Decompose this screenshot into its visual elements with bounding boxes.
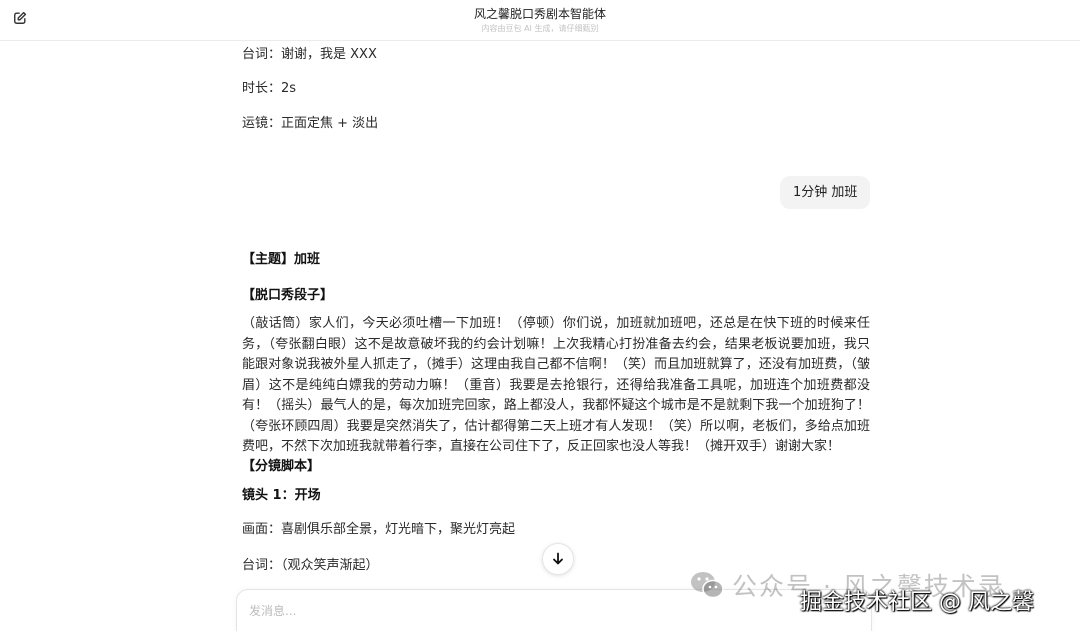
new-chat-button[interactable] [11, 9, 29, 27]
top-bar: 风之馨脱口秀剧本智能体 内容由豆包 AI 生成，请仔细甄别 [0, 0, 1080, 41]
app-title: 风之馨脱口秀剧本智能体 [473, 6, 606, 21]
watermark-juejin: 掘金技术社区 @ 风之馨 [800, 590, 1034, 615]
reply-topic: 【主题】加班 [242, 252, 321, 267]
shot-1-scene: 画面：喜剧俱乐部全景，灯光暗下，聚光灯亮起 [242, 522, 516, 537]
user-message-bubble: 1分钟 加班 [780, 176, 871, 209]
chat-page: 风之馨脱口秀剧本智能体 内容由豆包 AI 生成，请仔细甄别 台词：谢谢，我是 X… [0, 0, 1080, 631]
edit-square-icon [14, 11, 27, 24]
scroll-to-bottom-button[interactable] [542, 543, 574, 575]
prev-line-dialogue: 台词：谢谢，我是 XXX [242, 47, 377, 62]
joke-heading: 【脱口秀段子】 [242, 288, 334, 303]
wechat-icon [691, 572, 724, 599]
message-input[interactable] [249, 602, 849, 626]
prev-line-duration: 时长：2s [242, 81, 297, 96]
ai-disclaimer: 内容由豆包 AI 生成，请仔细甄别 [481, 23, 599, 33]
storyboard-heading: 【分镜脚本】 [242, 459, 321, 474]
arrow-down-icon [553, 552, 563, 565]
joke-body: （敲话筒）家人们，今天必须吐槽一下加班！（停顿）你们说，加班就加班吧，还总是在快… [242, 316, 870, 454]
shot-1-line: 台词：（观众笑声渐起） [242, 558, 379, 573]
prev-line-camera: 运镜：正面定焦 + 淡出 [242, 116, 379, 131]
shot-1-heading: 镜头 1：开场 [242, 488, 321, 503]
